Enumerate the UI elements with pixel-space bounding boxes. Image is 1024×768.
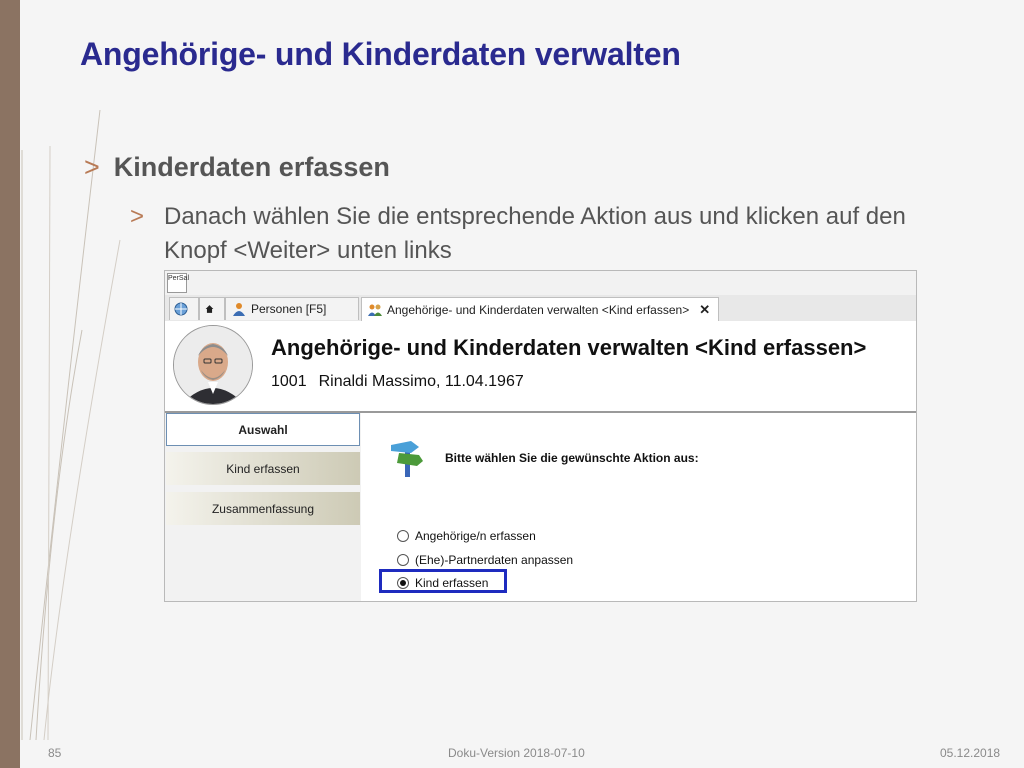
bullet-text: Kinderdaten erfassen bbox=[113, 152, 390, 182]
globe-icon bbox=[174, 302, 188, 316]
family-icon bbox=[368, 304, 382, 316]
bullet-kinderdaten: > Kinderdaten erfassen bbox=[84, 152, 390, 183]
portrait-image bbox=[174, 326, 252, 404]
close-icon[interactable]: ✕ bbox=[699, 302, 710, 318]
highlight-box bbox=[379, 569, 507, 593]
home-tab-button[interactable] bbox=[199, 297, 225, 320]
option-label: (Ehe)-Partnerdaten anpassen bbox=[415, 553, 574, 567]
app-titlebar: PerSal bbox=[165, 271, 916, 295]
app-screenshot: PerSal Personen [F5] Angehörige- und Kin… bbox=[164, 270, 917, 602]
step-kind-erfassen[interactable]: Kind erfassen bbox=[166, 452, 360, 485]
radio-button[interactable] bbox=[397, 530, 409, 542]
radio-button[interactable] bbox=[397, 554, 409, 566]
chevron-icon: > bbox=[130, 203, 145, 230]
option-angehoerige[interactable]: Angehörige/n erfassen bbox=[397, 529, 536, 543]
tab-label: Angehörige- und Kinderdaten verwalten <K… bbox=[387, 302, 690, 317]
instruction-text: Danach wählen Sie die entsprechende Akti… bbox=[164, 203, 906, 264]
person-icon bbox=[233, 303, 245, 316]
slide-side-strip bbox=[0, 0, 20, 768]
app-logo-icon: PerSal bbox=[167, 273, 189, 293]
wizard-steps: Auswahl Kind erfassen Zusammenfassung bbox=[165, 413, 361, 601]
action-prompt: Bitte wählen Sie die gewünschte Aktion a… bbox=[445, 451, 699, 465]
slide-title: Angehörige- und Kinderdaten verwalten bbox=[80, 36, 681, 72]
employee-name: Rinaldi Massimo, 11.04.1967 bbox=[318, 373, 524, 390]
slide-date: 05.12.2018 bbox=[940, 746, 1001, 760]
avatar bbox=[173, 325, 253, 405]
tab-label: Personen [F5] bbox=[251, 302, 327, 316]
record-title: Angehörige- und Kinderdaten verwalten <K… bbox=[271, 335, 867, 360]
globe-tab-button[interactable] bbox=[169, 297, 199, 320]
tab-personen[interactable]: Personen [F5] bbox=[225, 297, 359, 320]
option-label: Angehörige/n erfassen bbox=[415, 529, 536, 543]
doc-version: Doku-Version 2018-07-10 bbox=[448, 746, 585, 760]
tab-bar: Personen [F5] Angehörige- und Kinderdate… bbox=[165, 295, 916, 322]
employee-number: 1001 bbox=[271, 373, 307, 390]
record-header: Angehörige- und Kinderdaten verwalten <K… bbox=[165, 321, 916, 413]
tab-angehoerige[interactable]: Angehörige- und Kinderdaten verwalten <K… bbox=[361, 297, 719, 321]
chevron-icon: > bbox=[84, 152, 100, 182]
record-subtitle: 1001 Rinaldi Massimo, 11.04.1967 bbox=[271, 373, 536, 391]
step-content: Bitte wählen Sie die gewünschte Aktion a… bbox=[361, 413, 916, 601]
step-auswahl[interactable]: Auswahl bbox=[166, 413, 360, 446]
page-number: 85 bbox=[48, 746, 62, 760]
signpost-icon bbox=[391, 441, 423, 477]
home-icon bbox=[205, 305, 214, 313]
step-zusammenfassung[interactable]: Zusammenfassung bbox=[166, 492, 360, 525]
bullet-instruction: > Danach wählen Sie die entsprechende Ak… bbox=[130, 200, 930, 268]
decorative-lines bbox=[21, 109, 121, 741]
option-partnerdaten[interactable]: (Ehe)-Partnerdaten anpassen bbox=[397, 553, 573, 567]
